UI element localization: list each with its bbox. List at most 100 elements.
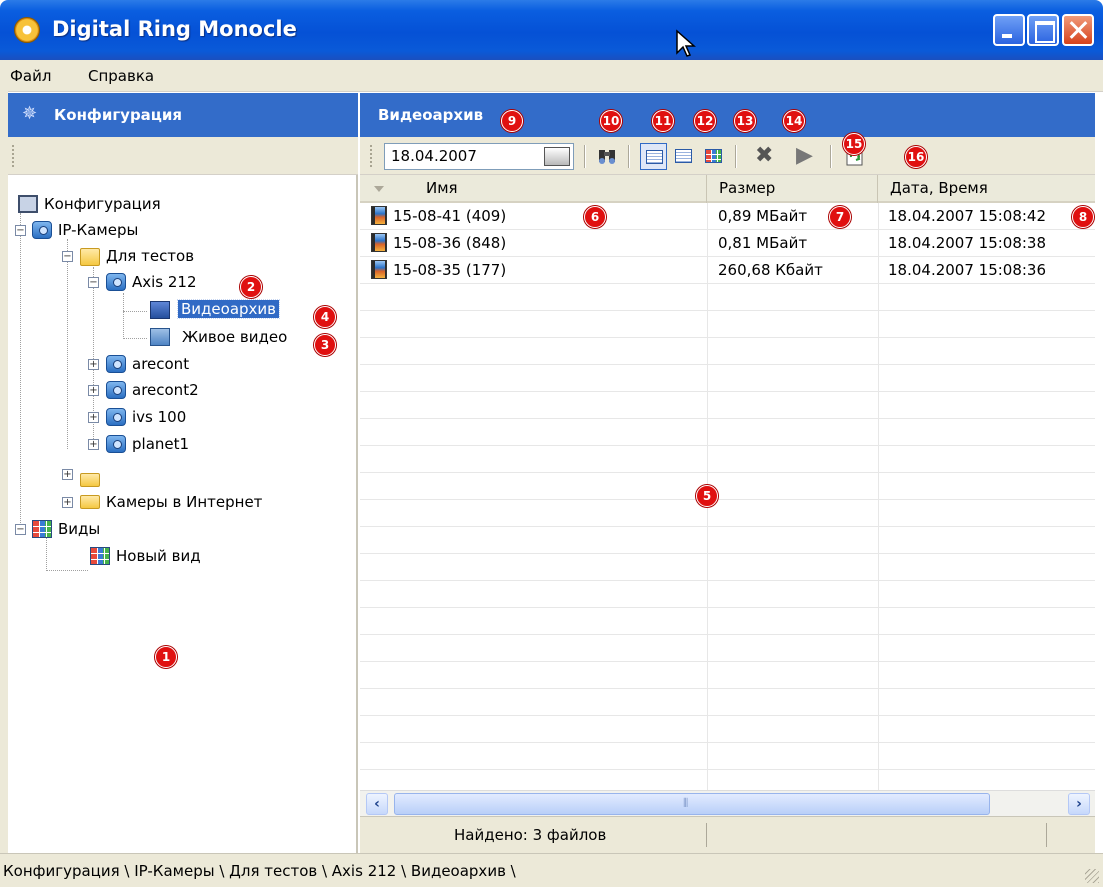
video-file-icon bbox=[371, 260, 387, 279]
callout-2: 2 bbox=[240, 276, 262, 298]
configuration-toolbar bbox=[8, 137, 358, 175]
toolbar-separator bbox=[584, 145, 586, 168]
maximize-button[interactable] bbox=[1027, 14, 1059, 46]
tree-node-label: planet1 bbox=[132, 435, 190, 453]
tree-node-arecont2[interactable]: + arecont2 bbox=[8, 379, 308, 401]
tree-node-ip-cameras[interactable]: − IP-Камеры bbox=[8, 219, 308, 241]
tree-node-label: Виды bbox=[58, 520, 101, 538]
details-view-button[interactable] bbox=[670, 143, 697, 170]
tree-node-live-video[interactable]: Живое видео bbox=[8, 326, 308, 348]
callout-3: 3 bbox=[314, 334, 336, 356]
views-grid-icon bbox=[32, 520, 52, 538]
window-left-border bbox=[0, 60, 8, 853]
tree-node-unnamed-folder[interactable]: + bbox=[8, 465, 308, 487]
expand-icon[interactable]: + bbox=[62, 469, 73, 480]
ip-camera-icon bbox=[106, 435, 126, 453]
delete-button[interactable]: ✖ bbox=[752, 143, 779, 170]
callout-8: 8 bbox=[1072, 206, 1094, 228]
search-button[interactable] bbox=[594, 143, 621, 170]
callout-14: 14 bbox=[783, 110, 805, 132]
column-header-label: Дата, Время bbox=[890, 179, 988, 197]
tree-node-for-tests[interactable]: − Для тестов bbox=[8, 245, 308, 267]
column-header-name[interactable]: Имя bbox=[360, 175, 707, 203]
date-picker[interactable]: 18.04.2007 bbox=[384, 143, 574, 170]
tree-node-axis-212[interactable]: − Axis 212 bbox=[8, 271, 308, 293]
collapse-icon[interactable]: − bbox=[15, 524, 26, 535]
list-view-button[interactable] bbox=[640, 143, 667, 170]
title-bar[interactable]: Digital Ring Monocle bbox=[0, 0, 1103, 60]
file-datetime-cell: 18.04.2007 15:08:38 bbox=[888, 234, 1047, 252]
configuration-panel: ✵ Конфигурация Конфигурация − IP-Камеры … bbox=[8, 93, 358, 853]
tree-node-label: Новый вид bbox=[116, 547, 201, 565]
tree-node-internet-cameras[interactable]: + Камеры в Интернет bbox=[8, 491, 328, 513]
tree-node-ivs-100[interactable]: + ivs 100 bbox=[8, 406, 308, 428]
list-view-icon bbox=[646, 150, 663, 164]
column-header-label: Размер bbox=[719, 179, 776, 197]
toolbar-grip[interactable] bbox=[370, 145, 373, 167]
status-cell bbox=[707, 823, 1047, 847]
expand-icon[interactable]: + bbox=[88, 412, 99, 423]
column-divider bbox=[878, 203, 879, 790]
toolbar-grip[interactable] bbox=[12, 145, 15, 167]
archive-file-table: Имя Размер Дата, Время 15-08-41 (409) 0,… bbox=[360, 175, 1095, 790]
scrollbar-thumb[interactable] bbox=[394, 793, 990, 815]
collapse-icon[interactable]: − bbox=[88, 277, 99, 288]
play-button[interactable]: ▶ bbox=[792, 143, 819, 170]
callout-10: 10 bbox=[600, 110, 622, 132]
table-row[interactable]: 15-08-36 (848) 0,81 МБайт 18.04.2007 15:… bbox=[360, 230, 1095, 257]
callout-13: 13 bbox=[734, 110, 756, 132]
file-datetime-cell: 18.04.2007 15:08:36 bbox=[888, 261, 1047, 279]
close-button[interactable] bbox=[1062, 14, 1094, 46]
calendar-icon[interactable] bbox=[544, 147, 570, 166]
ip-camera-icon bbox=[106, 355, 126, 373]
file-name-cell: 15-08-41 (409) bbox=[393, 207, 507, 225]
scroll-left-icon[interactable]: ‹ bbox=[366, 793, 388, 815]
collapse-icon[interactable]: − bbox=[62, 251, 73, 262]
callout-15: 15 bbox=[843, 133, 865, 155]
callout-5: 5 bbox=[696, 485, 718, 507]
tree-node-arecont[interactable]: + arecont bbox=[8, 353, 308, 375]
expand-icon[interactable]: + bbox=[88, 439, 99, 450]
app-icon[interactable] bbox=[14, 17, 40, 43]
ip-camera-icon bbox=[106, 381, 126, 399]
menu-help[interactable]: Справка bbox=[88, 67, 154, 85]
file-name-cell: 15-08-36 (848) bbox=[393, 234, 507, 252]
column-header-label: Имя bbox=[426, 179, 458, 197]
sort-arrow-icon bbox=[374, 186, 384, 192]
expand-icon[interactable]: + bbox=[88, 359, 99, 370]
collapse-icon[interactable]: − bbox=[15, 225, 26, 236]
floppy-disk-icon bbox=[150, 301, 170, 319]
thumbnail-view-button[interactable] bbox=[700, 143, 727, 170]
tree-node-video-archive[interactable]: Видеоархив bbox=[8, 299, 308, 321]
callout-6: 6 bbox=[584, 206, 606, 228]
minimize-button[interactable] bbox=[993, 14, 1025, 46]
status-cell bbox=[360, 823, 707, 847]
table-row[interactable]: 15-08-41 (409) 0,89 МБайт 18.04.2007 15:… bbox=[360, 203, 1095, 230]
callout-11: 11 bbox=[652, 110, 674, 132]
column-header-datetime[interactable]: Дата, Время bbox=[878, 175, 1095, 203]
archive-toolbar: 18.04.2007 ✖ ▶ bbox=[360, 137, 1095, 175]
resize-grip-icon[interactable] bbox=[1085, 869, 1099, 883]
tree-node-label: arecont bbox=[132, 355, 190, 373]
tree-node-views[interactable]: − Виды bbox=[8, 518, 308, 540]
ip-camera-icon bbox=[106, 408, 126, 426]
tree-node-planet1[interactable]: + planet1 bbox=[8, 433, 308, 455]
column-header-size[interactable]: Размер bbox=[707, 175, 878, 203]
open-folder-icon bbox=[80, 248, 100, 266]
expand-icon[interactable]: + bbox=[88, 385, 99, 396]
configuration-header-title: Конфигурация bbox=[54, 106, 183, 124]
date-value[interactable]: 18.04.2007 bbox=[391, 147, 477, 165]
video-file-icon bbox=[371, 206, 387, 225]
toolbar-separator bbox=[830, 145, 832, 168]
expand-icon[interactable]: + bbox=[62, 497, 73, 508]
scroll-right-icon[interactable]: › bbox=[1068, 793, 1090, 815]
table-row[interactable]: 15-08-35 (177) 260,68 Кбайт 18.04.2007 1… bbox=[360, 257, 1095, 284]
monitor-icon bbox=[150, 328, 170, 346]
menu-file[interactable]: Файл bbox=[10, 67, 51, 85]
tree-node-new-view[interactable]: Новый вид bbox=[8, 545, 308, 567]
configuration-tree: Конфигурация − IP-Камеры − Для тестов − … bbox=[8, 175, 356, 853]
tree-line bbox=[46, 570, 88, 571]
details-view-icon bbox=[675, 149, 692, 163]
horizontal-scrollbar[interactable]: ‹ › bbox=[360, 790, 1095, 816]
tree-node-configuration[interactable]: Конфигурация bbox=[8, 193, 308, 215]
